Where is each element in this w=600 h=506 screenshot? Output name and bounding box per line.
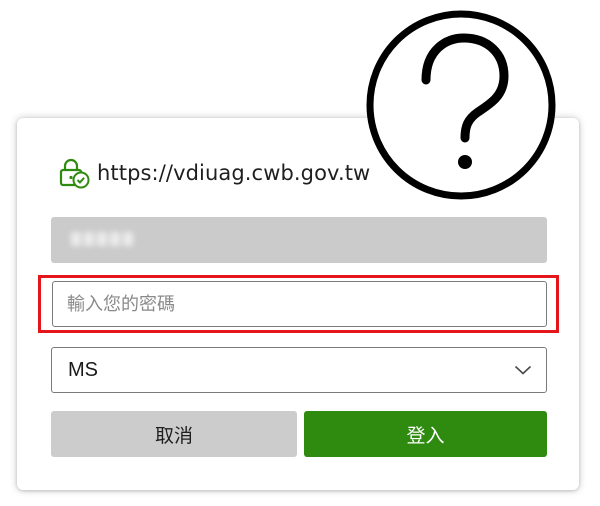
- lock-check-icon: [59, 158, 90, 189]
- cancel-button[interactable]: 取消: [51, 411, 297, 457]
- domain-select[interactable]: MS: [51, 347, 547, 393]
- username-field[interactable]: [51, 217, 547, 263]
- chevron-down-icon: [514, 365, 532, 375]
- username-redacted: [71, 232, 151, 248]
- login-button[interactable]: 登入: [304, 411, 547, 457]
- url-row: https://vdiuag.cwb.gov.tw: [57, 156, 370, 190]
- screen: https://vdiuag.cwb.gov.tw MS 取消 登入: [0, 0, 600, 506]
- help-icon: [366, 10, 556, 200]
- domain-selected-value: MS: [68, 358, 98, 381]
- site-url: https://vdiuag.cwb.gov.tw: [97, 161, 371, 185]
- password-input[interactable]: [52, 281, 547, 327]
